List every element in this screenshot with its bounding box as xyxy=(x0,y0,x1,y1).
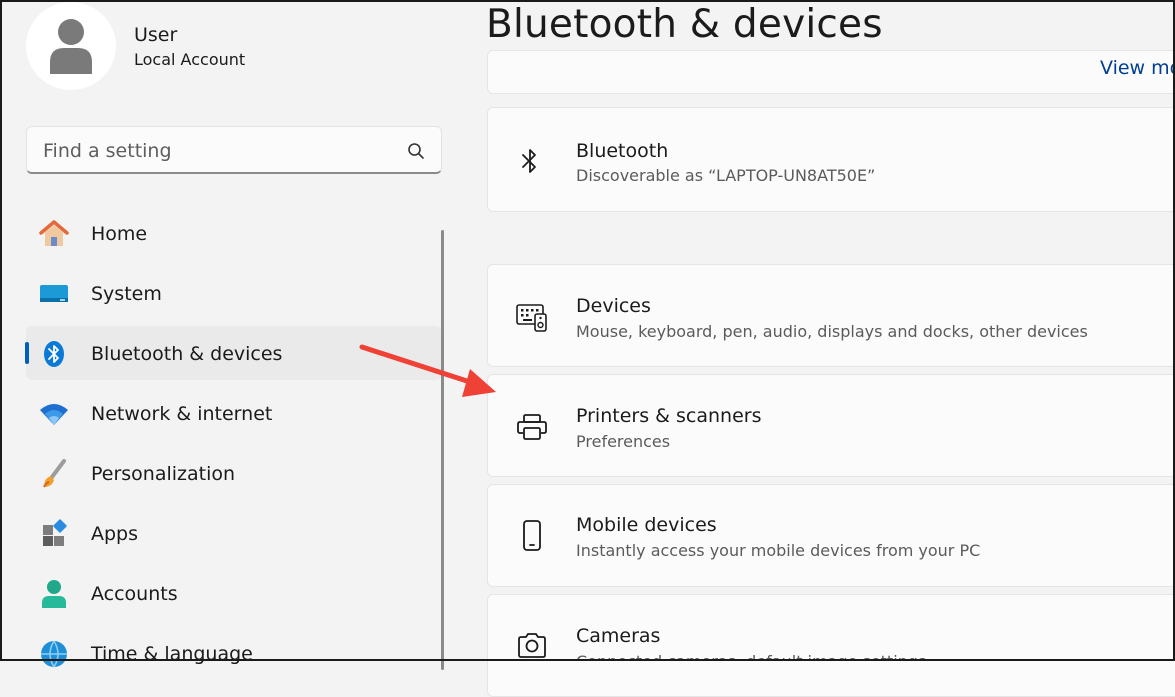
card-subtitle: Preferences xyxy=(576,432,671,451)
globe-icon xyxy=(41,640,67,668)
card-title: Mobile devices xyxy=(576,514,717,536)
card-cameras[interactable]: Cameras Connected cameras, default image… xyxy=(487,594,1175,697)
sidebar-item-system[interactable]: System xyxy=(26,266,442,320)
sidebar-item-label: Bluetooth & devices xyxy=(91,343,283,365)
card-subtitle: Instantly access your mobile devices fro… xyxy=(576,541,981,560)
search-input[interactable] xyxy=(41,137,385,165)
sidebar-item-home[interactable]: Home xyxy=(26,206,442,260)
avatar[interactable] xyxy=(26,2,116,90)
home-icon xyxy=(39,220,69,246)
page-title: Bluetooth & devices xyxy=(486,2,883,47)
sidebar-item-bluetooth[interactable]: Bluetooth & devices xyxy=(25,326,442,380)
apps-icon xyxy=(43,519,67,546)
card-subtitle: Discoverable as “LAPTOP-UN8AT50E” xyxy=(576,166,876,185)
devices-icon xyxy=(516,304,547,332)
sidebar-item-label: Apps xyxy=(91,523,139,545)
card-subtitle: Mouse, keyboard, pen, audio, displays an… xyxy=(576,322,1088,341)
sidebar-scrollbar[interactable] xyxy=(441,230,444,670)
sidebar-item-label: Personalization xyxy=(91,463,236,485)
card-subtitle: Connected cameras, default image setting… xyxy=(576,652,926,661)
card-bluetooth[interactable]: Bluetooth Discoverable as “LAPTOP-UN8AT5… xyxy=(487,107,1175,212)
sidebar-item-time-language[interactable]: Time & language xyxy=(26,626,442,680)
card-title: Printers & scanners xyxy=(576,405,762,427)
sidebar-item-personalization[interactable]: Personalization xyxy=(26,446,442,500)
sidebar-item-label: Time & language xyxy=(91,643,253,665)
person-icon xyxy=(50,19,92,74)
card-title: Devices xyxy=(576,295,651,317)
sidebar-nav: Home System Bluetooth & devices Network … xyxy=(25,206,442,686)
top-info-card: View mo xyxy=(487,50,1175,94)
sidebar-item-label: System xyxy=(91,283,162,305)
monitor-icon xyxy=(40,285,68,302)
printer-icon xyxy=(517,414,547,440)
card-printers-scanners[interactable]: Printers & scanners Preferences xyxy=(487,374,1175,477)
sidebar-item-accounts[interactable]: Accounts xyxy=(26,566,442,620)
wifi-icon xyxy=(40,404,68,425)
card-clip: View mo xyxy=(488,51,1175,95)
sidebar-item-label: Home xyxy=(91,223,148,245)
sidebar-item-network[interactable]: Network & internet xyxy=(26,386,442,440)
card-clip: Cameras Connected cameras, default image… xyxy=(488,595,1175,661)
user-name: User xyxy=(134,24,178,46)
card-devices[interactable]: Devices Mouse, keyboard, pen, audio, dis… xyxy=(487,264,1175,367)
phone-icon xyxy=(523,520,541,551)
bluetooth-icon xyxy=(522,149,536,173)
person-icon xyxy=(42,580,66,608)
card-title: Bluetooth xyxy=(576,140,669,162)
view-more-link[interactable]: View mo xyxy=(1100,57,1175,79)
camera-icon xyxy=(518,633,546,658)
selection-indicator xyxy=(25,342,29,364)
card-mobile-devices[interactable]: Mobile devices Instantly access your mob… xyxy=(487,484,1175,587)
bluetooth-icon xyxy=(44,341,64,367)
card-title: Cameras xyxy=(576,625,661,647)
brush-icon xyxy=(43,459,66,488)
search-box[interactable] xyxy=(26,126,442,174)
sidebar-item-label: Accounts xyxy=(91,583,178,605)
search-icon[interactable] xyxy=(407,142,425,160)
account-type: Local Account xyxy=(134,50,246,69)
sidebar-item-label: Network & internet xyxy=(91,403,273,425)
sidebar-item-apps[interactable]: Apps xyxy=(26,506,442,560)
